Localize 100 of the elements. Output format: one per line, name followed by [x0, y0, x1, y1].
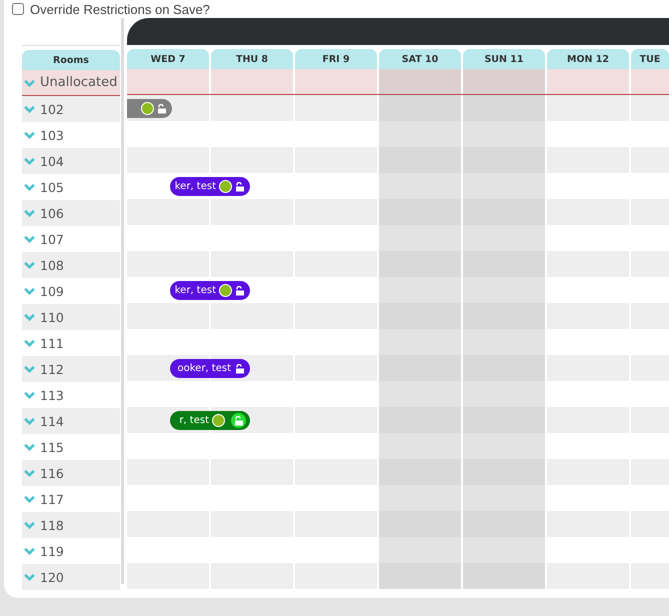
schedule-cell[interactable]: [463, 277, 545, 303]
schedule-cell[interactable]: [379, 511, 461, 537]
schedule-cell[interactable]: [463, 511, 545, 537]
unlock-icon[interactable]: [234, 180, 246, 192]
schedule-cell[interactable]: [379, 459, 461, 485]
schedule-cell[interactable]: [379, 303, 461, 329]
schedule-cell[interactable]: [379, 485, 461, 511]
booking-bar[interactable]: [127, 99, 172, 118]
schedule-cell[interactable]: [463, 69, 545, 94]
chevron-down-icon[interactable]: [24, 105, 35, 113]
schedule-cell[interactable]: [379, 121, 461, 147]
day-header: FRI 9: [295, 49, 377, 69]
schedule-cell[interactable]: [463, 355, 545, 381]
schedule-cell[interactable]: [463, 537, 545, 563]
chevron-down-icon[interactable]: [24, 209, 35, 217]
schedule-cell[interactable]: [631, 95, 669, 121]
schedule-cell[interactable]: [379, 277, 461, 303]
room-name: 116: [40, 466, 64, 480]
schedule-cell[interactable]: [211, 69, 293, 94]
day-header: SAT 10: [379, 49, 461, 69]
schedule-cell[interactable]: [127, 95, 293, 121]
day-header: WED 7: [127, 49, 209, 69]
day-header: MON 12: [547, 49, 629, 69]
day-header: THU 8: [211, 49, 293, 69]
chevron-down-icon[interactable]: [24, 443, 35, 451]
day-header: TUE: [631, 49, 669, 69]
chevron-down-icon[interactable]: [24, 547, 35, 555]
booking-bar[interactable]: r, test: [170, 411, 250, 430]
schedule-cell[interactable]: [463, 329, 545, 355]
booking-bar[interactable]: ooker, test: [170, 359, 250, 378]
room-name: 114: [40, 414, 64, 428]
schedule-cell[interactable]: [463, 459, 545, 485]
room-name: 112: [40, 362, 64, 376]
schedule-cell[interactable]: [379, 537, 461, 563]
chevron-down-icon[interactable]: [24, 339, 35, 347]
unlock-icon[interactable]: [234, 362, 246, 374]
schedule-cell[interactable]: [295, 95, 377, 121]
unlock-icon[interactable]: [156, 102, 168, 114]
schedule-cell[interactable]: [379, 433, 461, 459]
schedule-cell[interactable]: [379, 69, 461, 94]
schedule-cell[interactable]: [379, 173, 461, 199]
chevron-down-icon[interactable]: [24, 417, 35, 425]
schedule-cell[interactable]: [463, 173, 545, 199]
schedule-cell[interactable]: [379, 199, 461, 225]
booking-bar[interactable]: ker, test: [170, 177, 250, 196]
schedule-cell[interactable]: [463, 381, 545, 407]
schedule-cell[interactable]: ooker, test: [127, 355, 293, 381]
room-name: 113: [40, 388, 64, 402]
schedule-cell[interactable]: [631, 69, 669, 94]
schedule-cell[interactable]: [463, 433, 545, 459]
room-name: 108: [40, 258, 64, 272]
schedule-cell[interactable]: [379, 225, 461, 251]
schedule-cell[interactable]: [295, 69, 377, 94]
schedule-cell[interactable]: [463, 303, 545, 329]
schedule-cell[interactable]: [463, 147, 545, 173]
schedule-cell[interactable]: [379, 381, 461, 407]
schedule-cell[interactable]: [463, 121, 545, 147]
schedule-cell[interactable]: [379, 355, 461, 381]
schedule-cell[interactable]: [379, 329, 461, 355]
unlock-icon[interactable]: [231, 413, 246, 428]
schedule-cell[interactable]: [463, 485, 545, 511]
chevron-down-icon[interactable]: [24, 495, 35, 503]
room-name: 105: [40, 180, 64, 194]
room-name: 106: [40, 206, 64, 220]
booking-bar[interactable]: ker, test: [170, 281, 250, 300]
chevron-down-icon[interactable]: [24, 183, 35, 191]
chevron-down-icon[interactable]: [24, 235, 35, 243]
schedule-cell[interactable]: [463, 95, 545, 121]
chevron-down-icon[interactable]: [24, 287, 35, 295]
schedule-cell[interactable]: [379, 563, 461, 589]
schedule-cell[interactable]: r, test: [127, 407, 293, 433]
schedule-cell[interactable]: [379, 251, 461, 277]
schedule-cell[interactable]: [463, 407, 545, 433]
schedule-cell[interactable]: [547, 69, 629, 94]
room-name: 107: [40, 232, 64, 246]
chevron-down-icon[interactable]: [24, 313, 35, 321]
chevron-down-icon[interactable]: [24, 391, 35, 399]
schedule-cell[interactable]: [379, 147, 461, 173]
schedule-cell[interactable]: [127, 69, 209, 94]
chevron-down-icon[interactable]: [24, 469, 35, 477]
schedule-cell[interactable]: [463, 251, 545, 277]
unlock-icon[interactable]: [234, 284, 246, 296]
chevron-down-icon[interactable]: [24, 521, 35, 529]
override-checkbox[interactable]: [12, 3, 24, 15]
schedule-cell[interactable]: [547, 95, 629, 121]
chevron-down-icon[interactable]: [24, 78, 35, 86]
schedule-cell[interactable]: [379, 95, 461, 121]
chevron-down-icon[interactable]: [24, 131, 35, 139]
schedule-cell[interactable]: [463, 199, 545, 225]
chevron-down-icon[interactable]: [24, 261, 35, 269]
room-name: 117: [40, 492, 64, 506]
chevron-down-icon[interactable]: [24, 365, 35, 373]
chevron-down-icon[interactable]: [24, 157, 35, 165]
schedule-cell[interactable]: [463, 563, 545, 589]
room-name: Unallocated: [40, 75, 118, 90]
room-name: 115: [40, 440, 64, 454]
chevron-down-icon[interactable]: [24, 573, 35, 581]
schedule-cell[interactable]: [379, 407, 461, 433]
day-header: SUN 11: [463, 49, 545, 69]
schedule-cell[interactable]: [463, 225, 545, 251]
